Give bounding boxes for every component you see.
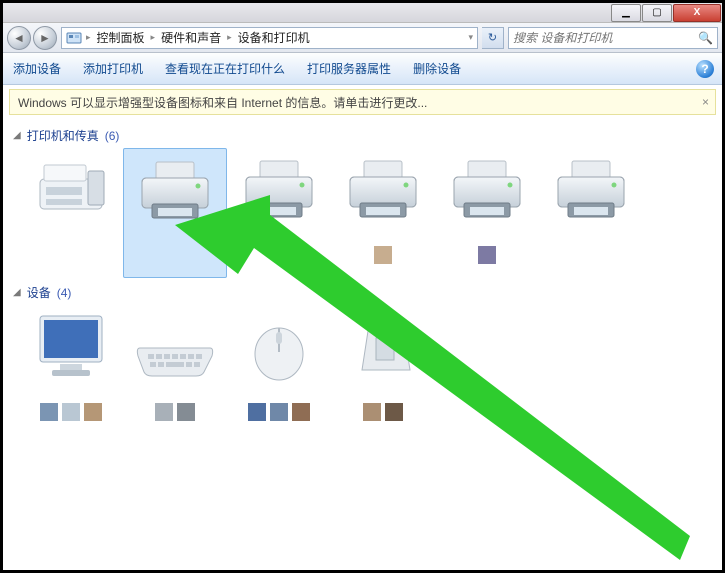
breadcrumb-item[interactable]: 设备和打印机 [236,29,312,46]
fax-icon [27,154,115,226]
color-swatches [40,403,102,421]
color-swatch [363,403,381,421]
search-icon: 🔍 [698,31,713,45]
group-label: 打印机和传真 [27,127,99,144]
see-printing-button[interactable]: 查看现在正在打印什么 [165,60,285,77]
printer-item[interactable] [539,148,643,278]
close-button[interactable]: X [673,4,721,22]
search-box[interactable]: 🔍 [508,27,718,49]
window: ▁ ▢ X ◄ ► ▸ 控制面板 ▸ 硬件和声音 ▸ 设备和打印机 ▾ ↻ 🔍 [0,0,725,573]
breadcrumb-item[interactable]: 控制面板 [95,29,147,46]
printer-icon [131,155,219,227]
content-area: ◢ 打印机和传真 (6) ✓ [3,117,722,570]
info-bar[interactable]: Windows 可以显示增强型设备图标和来自 Internet 的信息。请单击进… [9,89,716,115]
refresh-button[interactable]: ↻ [482,27,504,49]
printer-icon [547,154,635,226]
printer-icon [339,154,427,226]
search-input[interactable] [513,31,694,45]
group-label: 设备 [27,284,51,301]
forward-button[interactable]: ► [33,26,57,50]
address-bar[interactable]: ▸ 控制面板 ▸ 硬件和声音 ▸ 设备和打印机 ▾ [61,27,478,49]
minimize-button[interactable]: ▁ [611,4,641,22]
group-count: (6) [105,129,120,143]
dropdown-icon[interactable]: ▾ [468,32,473,43]
maximize-icon: ▢ [652,7,661,18]
minimize-icon: ▁ [622,7,630,18]
help-icon[interactable]: ? [696,60,714,78]
printer-item[interactable]: ✓ [227,148,331,278]
color-swatch [270,403,288,421]
group-header-printers[interactable]: ◢ 打印机和传真 (6) [13,127,712,144]
default-check-icon: ✓ [241,204,261,224]
color-swatch [248,403,266,421]
printer-item[interactable] [123,148,227,278]
breadcrumb-sep-icon: ▸ [227,32,232,43]
printer-icon [443,154,531,226]
add-printer-button[interactable]: 添加打印机 [83,60,143,77]
breadcrumb-sep-icon: ▸ [151,32,156,43]
back-button[interactable]: ◄ [7,26,31,50]
printer-item[interactable] [435,148,539,278]
server-properties-button[interactable]: 打印服务器属性 [307,60,391,77]
arrow-right-icon: ► [39,31,51,45]
color-swatch [84,403,102,421]
device-item[interactable] [123,305,227,445]
printers-row: ✓ [19,148,712,278]
color-swatch [177,403,195,421]
titlebar: ▁ ▢ X [3,3,722,23]
breadcrumb-sep-icon: ▸ [86,32,91,43]
group-count: (4) [57,286,72,300]
color-swatch [40,403,58,421]
collapse-icon: ◢ [13,130,21,141]
remove-device-button[interactable]: 删除设备 [413,60,461,77]
command-bar: 添加设备 添加打印机 查看现在正在打印什么 打印服务器属性 删除设备 ? [3,53,722,85]
device-item[interactable] [19,305,123,445]
printer-item[interactable] [19,148,123,278]
refresh-icon: ↻ [488,31,497,44]
navbar: ◄ ► ▸ 控制面板 ▸ 硬件和声音 ▸ 设备和打印机 ▾ ↻ 🔍 [3,23,722,53]
maximize-button[interactable]: ▢ [642,4,672,22]
info-bar-close-icon[interactable]: × [702,95,709,109]
color-swatch [478,246,496,264]
add-device-button[interactable]: 添加设备 [13,60,61,77]
breadcrumb-item[interactable]: 硬件和声音 [159,29,223,46]
collapse-icon: ◢ [13,287,21,298]
nav-arrows: ◄ ► [7,26,57,50]
color-swatch [62,403,80,421]
printer-item[interactable] [331,148,435,278]
color-swatches [248,403,310,421]
monitor-icon [27,311,115,383]
keyboard-icon [131,311,219,383]
panel-icon [66,30,82,46]
device-item[interactable] [227,305,331,445]
device-item[interactable] [331,305,435,445]
devices-row [19,305,712,445]
arrow-left-icon: ◄ [13,31,25,45]
drive-icon [339,311,427,383]
color-swatches [374,246,392,264]
group-header-devices[interactable]: ◢ 设备 (4) [13,284,712,301]
mouse-icon [235,311,323,383]
printer-icon: ✓ [235,154,323,226]
close-icon: X [694,7,701,18]
color-swatches [478,246,496,264]
color-swatch [155,403,173,421]
color-swatch [385,403,403,421]
info-bar-text: Windows 可以显示增强型设备图标和来自 Internet 的信息。请单击进… [18,94,427,111]
color-swatch [374,246,392,264]
color-swatches [363,403,403,421]
color-swatch [292,403,310,421]
color-swatches [155,403,195,421]
